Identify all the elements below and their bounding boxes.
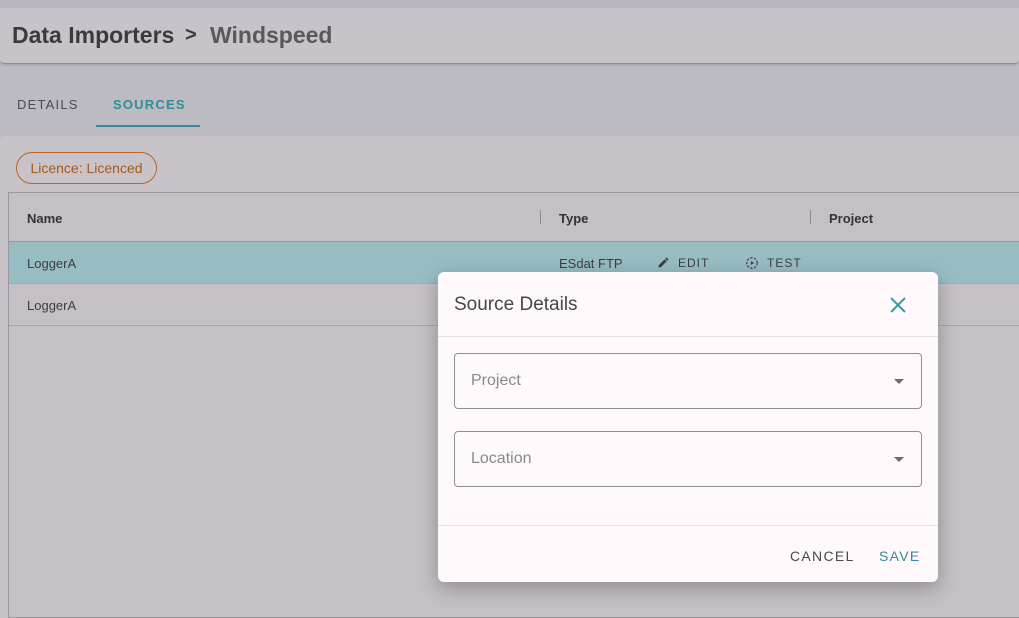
breadcrumb-data-importers[interactable]: Data Importers: [12, 22, 174, 49]
tab-details[interactable]: DETAILS: [17, 97, 79, 112]
breadcrumb-separator: >: [185, 24, 197, 46]
table-header: Name Type Project: [9, 193, 1019, 242]
project-select[interactable]: Project: [454, 353, 922, 409]
top-strip: [0, 0, 1019, 8]
test-button[interactable]: TEST: [745, 256, 802, 270]
active-tab-indicator: [96, 125, 200, 127]
source-details-dialog: Source Details Project Location CANCEL S…: [438, 272, 938, 582]
dialog-divider: [438, 336, 938, 337]
close-icon[interactable]: [887, 294, 909, 316]
cancel-button[interactable]: CANCEL: [790, 548, 855, 564]
dialog-title: Source Details: [454, 294, 578, 315]
row-name: LoggerA: [27, 256, 77, 271]
dialog-divider: [438, 525, 938, 526]
edit-label: EDIT: [678, 256, 710, 270]
test-play-icon: [746, 257, 758, 269]
dropdown-arrow-icon: [894, 379, 904, 384]
licence-status-chip: Licence: Licenced: [16, 152, 157, 184]
location-select[interactable]: Location: [454, 431, 922, 487]
save-button[interactable]: SAVE: [879, 548, 921, 564]
edit-button[interactable]: EDIT: [657, 256, 709, 270]
dropdown-arrow-icon: [894, 457, 904, 462]
project-placeholder: Project: [471, 372, 521, 389]
row-type: ESdat FTP: [559, 256, 623, 271]
tab-sources[interactable]: SOURCES: [113, 97, 186, 112]
row-name: LoggerA: [27, 298, 77, 313]
test-label: TEST: [767, 256, 802, 270]
column-header-project[interactable]: Project: [829, 211, 873, 226]
page-header: Data Importers > Windspeed: [0, 8, 1019, 64]
column-resize-handle[interactable]: [810, 210, 811, 224]
location-placeholder: Location: [471, 450, 532, 467]
page-title: Windspeed: [210, 22, 333, 48]
column-resize-handle[interactable]: [540, 210, 541, 224]
column-header-name[interactable]: Name: [27, 211, 62, 226]
pencil-icon: [658, 257, 669, 268]
column-header-type[interactable]: Type: [559, 211, 588, 226]
